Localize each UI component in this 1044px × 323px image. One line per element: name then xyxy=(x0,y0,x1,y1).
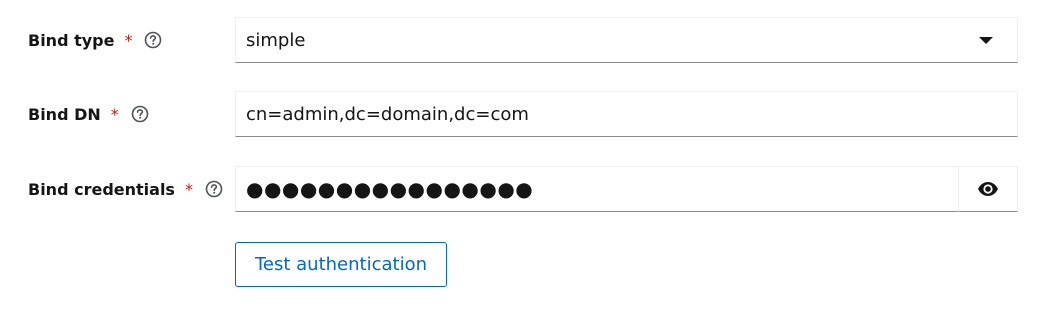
bind-credentials-label-group: Bind credentials * xyxy=(28,166,223,212)
bind-credentials-row: Bind credentials * ●●●●●●●●●●●●●●●● xyxy=(0,166,1044,212)
eye-icon xyxy=(978,182,998,196)
question-circle-icon[interactable] xyxy=(144,31,162,49)
bind-dn-label-group: Bind DN * xyxy=(28,91,149,137)
question-circle-icon[interactable] xyxy=(205,180,223,198)
bind-type-select[interactable]: simple xyxy=(235,17,1018,63)
bind-type-label: Bind type xyxy=(28,30,115,50)
question-circle-icon[interactable] xyxy=(131,105,149,123)
bind-dn-row: Bind DN * cn=admin,dc=domain,dc=com xyxy=(0,91,1044,137)
bind-type-label-group: Bind type * xyxy=(28,17,162,63)
test-authentication-button[interactable]: Test authentication xyxy=(235,242,447,287)
bind-dn-label: Bind DN xyxy=(28,104,101,124)
bind-type-row: Bind type * simple xyxy=(0,17,1044,63)
bind-credentials-input[interactable]: ●●●●●●●●●●●●●●●● xyxy=(235,166,959,212)
bind-credentials-masked-value: ●●●●●●●●●●●●●●●● xyxy=(246,177,534,201)
bind-type-value: simple xyxy=(246,30,306,51)
bind-credentials-label: Bind credentials xyxy=(28,179,175,199)
bind-dn-input[interactable]: cn=admin,dc=domain,dc=com xyxy=(235,91,1018,137)
bind-dn-value: cn=admin,dc=domain,dc=com xyxy=(246,104,529,125)
required-marker: * xyxy=(124,30,133,50)
caret-down-icon xyxy=(979,37,993,44)
required-marker: * xyxy=(110,104,119,124)
required-marker: * xyxy=(184,179,193,199)
show-password-button[interactable] xyxy=(958,166,1018,212)
